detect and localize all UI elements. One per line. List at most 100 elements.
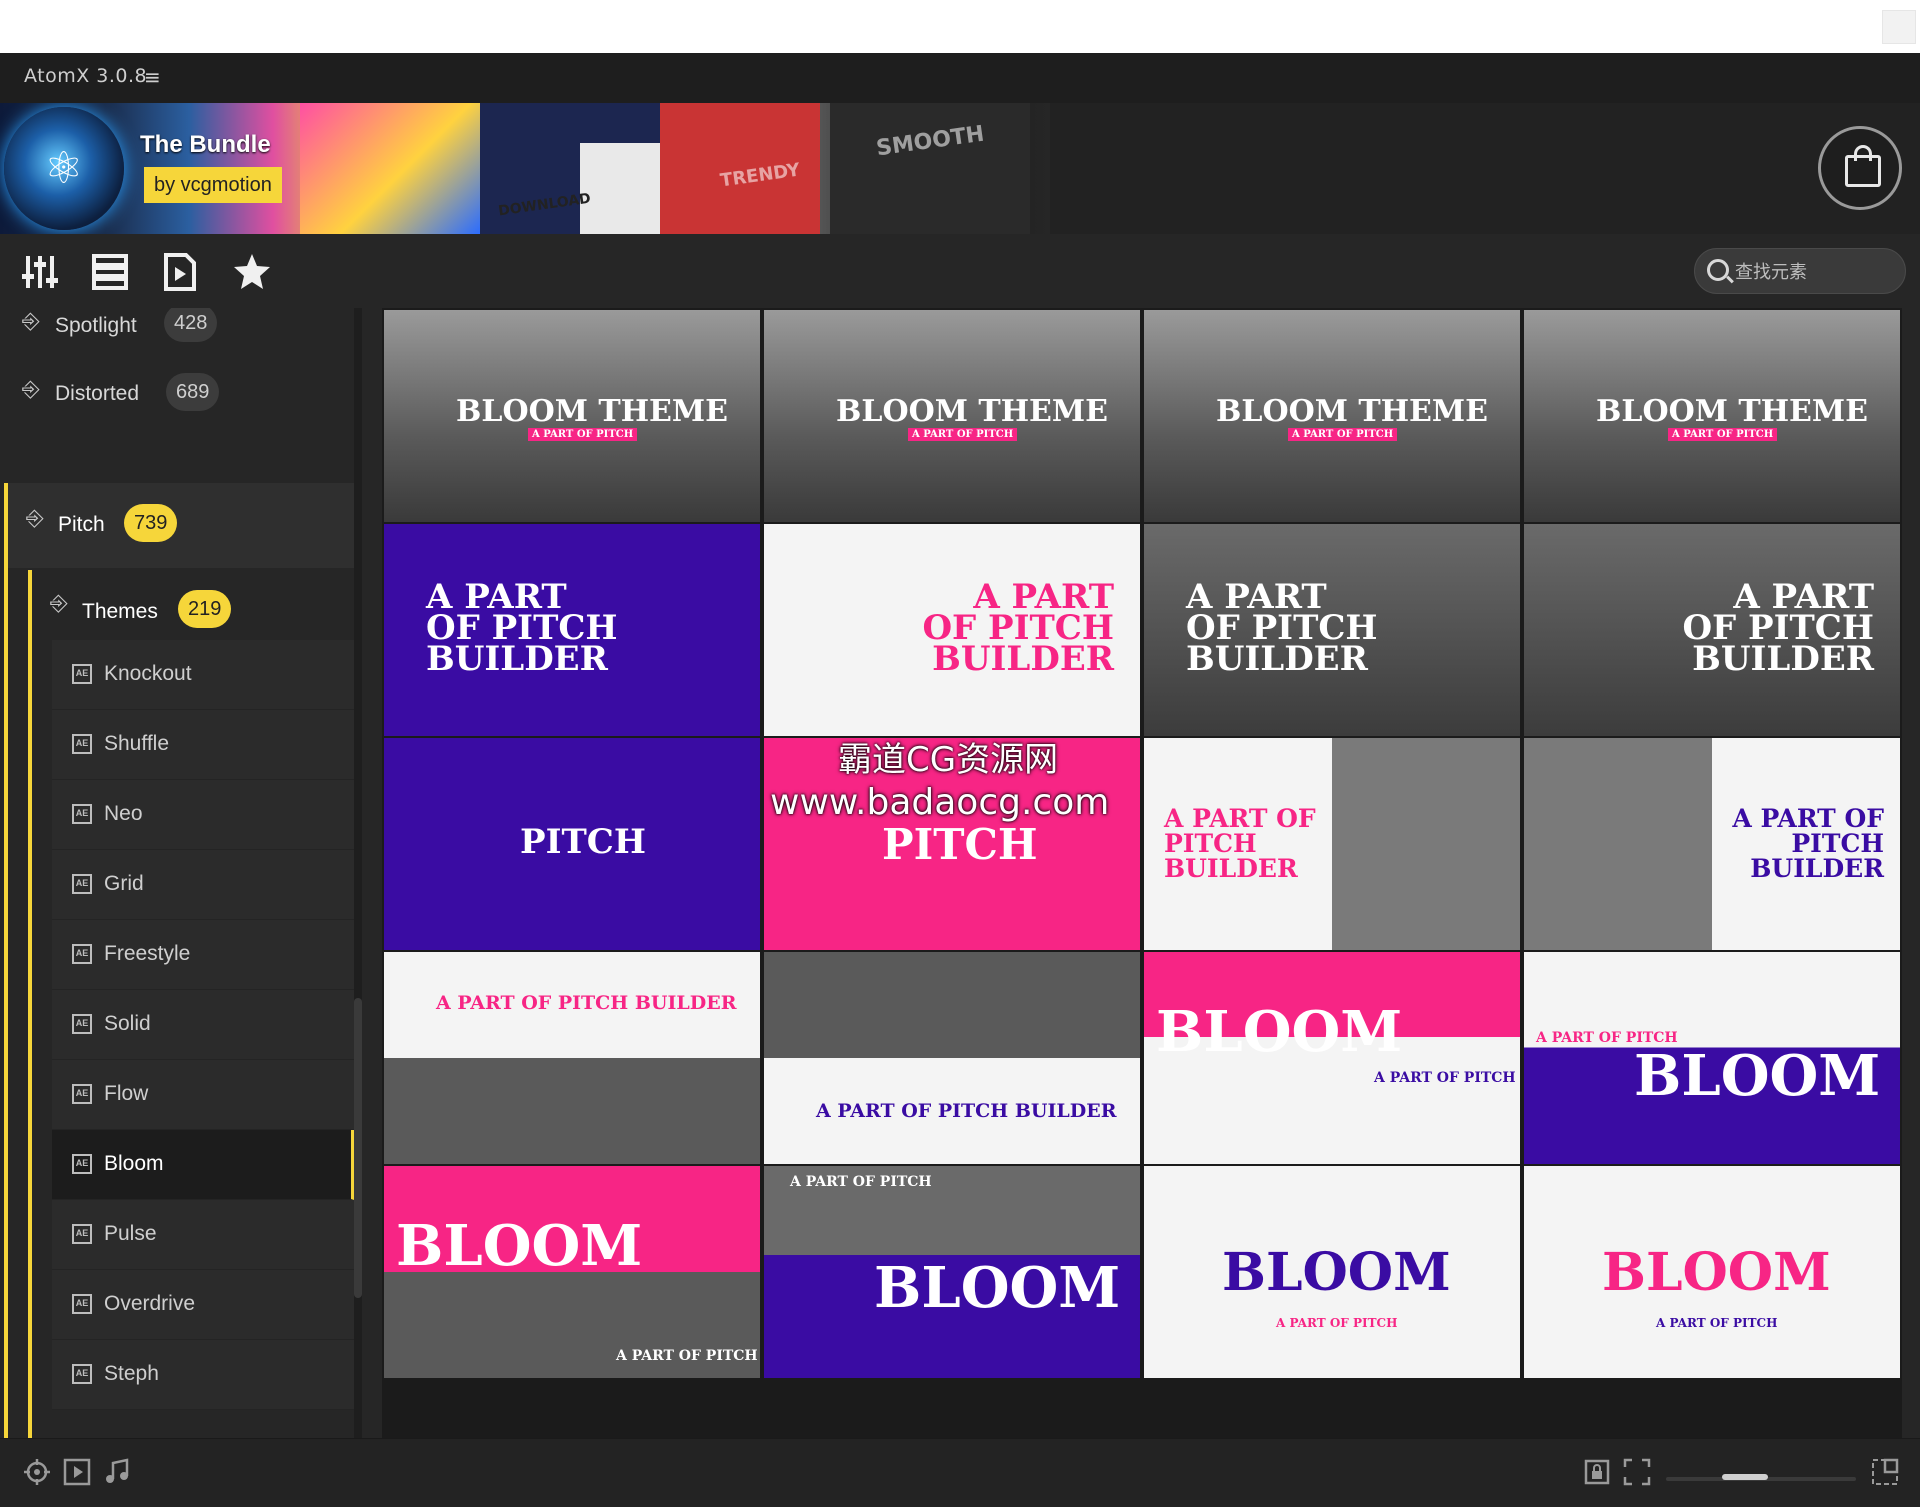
- template-thumbnail[interactable]: BLOOM A PART OF PITCH: [1144, 952, 1520, 1164]
- theme-bloom[interactable]: AE Bloom: [52, 1130, 354, 1200]
- thumb-title: A PART OF PITCH BUILDER: [1682, 577, 1874, 679]
- category-label: Spotlight: [55, 314, 137, 337]
- play-document-icon[interactable]: [160, 252, 200, 292]
- category-distorted[interactable]: ⎆ Distorted 689: [0, 356, 354, 432]
- theme-freestyle[interactable]: AE Freestyle: [52, 920, 354, 990]
- app-title: AtomX 3.0.8: [24, 65, 148, 87]
- template-grid: BLOOM THEME A PART OF PITCH BLOOM THEME …: [382, 308, 1902, 1438]
- thumb-title: BLOOM: [1634, 1043, 1881, 1109]
- expand-icon[interactable]: [1622, 1457, 1652, 1487]
- category-count: 689: [166, 373, 220, 411]
- template-thumbnail[interactable]: A PART OF PITCH BLOOM: [1524, 952, 1900, 1164]
- slider-knob[interactable]: [1722, 1474, 1768, 1480]
- watermark-line1: 霸道CG资源网: [838, 740, 1059, 780]
- template-thumbnail[interactable]: A PART OF PITCH BUILDER: [1524, 524, 1900, 736]
- theme-solid[interactable]: AE Solid: [52, 990, 354, 1060]
- thumb-subtitle: A PART OF PITCH: [1374, 1070, 1516, 1086]
- folder-icon: ⎆: [22, 376, 40, 401]
- theme-shuffle[interactable]: AE Shuffle: [52, 710, 354, 780]
- template-thumbnail[interactable]: A PART OF PITCH BUILDER: [384, 952, 760, 1164]
- category-pitch[interactable]: ⎆ Pitch 739: [0, 483, 354, 568]
- bundle-banner[interactable]: SMOOTH TRENDY DOWNLOAD ⚛ The Bundle by v…: [0, 103, 1920, 234]
- play-box-icon[interactable]: [62, 1457, 92, 1487]
- template-thumbnail[interactable]: BLOOM A PART OF PITCH: [1144, 1166, 1520, 1378]
- template-thumbnail[interactable]: PITCH: [384, 738, 760, 950]
- category-label: Distorted: [55, 382, 140, 405]
- template-thumbnail[interactable]: A PART OF PITCH BUILDER: [384, 524, 760, 736]
- scrollbar-thumb[interactable]: [354, 998, 362, 1298]
- shopping-bag-body: [1845, 155, 1881, 187]
- subcategory-themes[interactable]: ⎆ Themes 219: [0, 570, 354, 648]
- thumb-title: BLOOM: [1156, 999, 1403, 1065]
- template-thumbnail[interactable]: A PART OF PITCH BUILDER: [1144, 524, 1520, 736]
- fullscreen-icon[interactable]: [1870, 1457, 1900, 1487]
- ae-file-icon: AE: [72, 874, 92, 894]
- bundle-title: The Bundle: [140, 131, 271, 158]
- thumb-title: A PART OF PITCH BUILDER: [1732, 804, 1884, 883]
- sidebar-scrollbar[interactable]: [354, 308, 362, 1438]
- toolbar: [0, 234, 1920, 308]
- status-bar: [0, 1438, 1920, 1507]
- atomx-logo: ⚛: [4, 107, 124, 230]
- theme-label: Pulse: [104, 1222, 157, 1245]
- template-thumbnail[interactable]: BLOOM A PART OF PITCH: [1524, 1166, 1900, 1378]
- star-icon[interactable]: [232, 252, 272, 292]
- template-thumbnail[interactable]: BLOOM THEME A PART OF PITCH: [384, 310, 760, 522]
- folder-icon: ⎆: [50, 590, 68, 615]
- art-tile-gradient: [300, 103, 480, 234]
- template-thumbnail[interactable]: A PART OF PITCH BLOOM: [764, 1166, 1140, 1378]
- thumb-title: BLOOM THEME: [836, 394, 1108, 429]
- theme-overdrive[interactable]: AE Overdrive: [52, 1270, 354, 1340]
- theme-neo[interactable]: AE Neo: [52, 780, 354, 850]
- theme-flow[interactable]: AE Flow: [52, 1060, 354, 1130]
- music-note-icon[interactable]: [102, 1457, 132, 1487]
- thumbnail-size-slider[interactable]: [1666, 1474, 1856, 1481]
- theme-label: Neo: [104, 802, 143, 825]
- thumb-title: A PART OF PITCH BUILDER: [426, 577, 618, 679]
- subcategory-label: Themes: [82, 600, 158, 623]
- theme-label: Steph: [104, 1362, 159, 1385]
- thumb-title: BLOOM THEME: [456, 394, 728, 429]
- theme-grid[interactable]: AE Grid: [52, 850, 354, 920]
- theme-label: Grid: [104, 872, 144, 895]
- ae-file-icon: AE: [72, 1294, 92, 1314]
- search-input[interactable]: [1735, 257, 1895, 287]
- template-thumbnail[interactable]: BLOOM THEME A PART OF PITCH: [1144, 310, 1520, 522]
- theme-knockout[interactable]: AE Knockout: [52, 640, 354, 710]
- template-thumbnail[interactable]: BLOOM THEME A PART OF PITCH: [764, 310, 1140, 522]
- theme-steph[interactable]: AE Steph: [52, 1340, 354, 1410]
- theme-label: Knockout: [104, 662, 192, 685]
- template-thumbnail[interactable]: BLOOM THEME A PART OF PITCH: [1524, 310, 1900, 522]
- art-tile-black: [830, 103, 1030, 234]
- thumb-title: A PART OF PITCH BUILDER: [922, 577, 1114, 679]
- shop-button[interactable]: [1818, 126, 1902, 210]
- category-count: 428: [164, 308, 218, 342]
- template-thumbnail[interactable]: A PART OF PITCH BUILDER: [1144, 738, 1520, 950]
- list-icon[interactable]: [90, 252, 130, 292]
- search-box[interactable]: [1694, 248, 1906, 294]
- category-sidebar: ⎆ Spotlight 428 ⎆ Distorted 689 ⎆ Pitch …: [0, 308, 368, 1438]
- sliders-icon[interactable]: [20, 252, 60, 292]
- hamburger-menu-icon[interactable]: ≡: [144, 65, 161, 89]
- ae-file-icon: AE: [72, 1084, 92, 1104]
- atom-icon: ⚛: [44, 143, 84, 194]
- author-badge: by vcgmotion: [144, 167, 282, 203]
- thumb-subtitle: A PART OF PITCH: [1656, 1316, 1778, 1330]
- thumb-title: A PART OF PITCH BUILDER: [436, 992, 737, 1014]
- close-box[interactable]: [1882, 10, 1916, 44]
- template-thumbnail[interactable]: A PART OF PITCH BUILDER: [764, 952, 1140, 1164]
- template-thumbnail[interactable]: BLOOM A PART OF PITCH: [384, 1166, 760, 1378]
- thumb-title: PITCH: [882, 820, 1038, 869]
- theme-pulse[interactable]: AE Pulse: [52, 1200, 354, 1270]
- template-thumbnail[interactable]: A PART OF PITCH BUILDER: [1524, 738, 1900, 950]
- target-icon[interactable]: [22, 1457, 52, 1487]
- category-spotlight[interactable]: ⎆ Spotlight 428: [0, 308, 354, 356]
- thumb-title: BLOOM THEME: [1216, 394, 1488, 429]
- theme-label: Freestyle: [104, 942, 191, 965]
- folder-icon: ⎆: [26, 505, 44, 530]
- template-thumbnail[interactable]: A PART OF PITCH BUILDER: [764, 524, 1140, 736]
- lock-icon[interactable]: [1582, 1457, 1612, 1487]
- watermark-line2: www.badaocg.com: [770, 782, 1110, 823]
- category-label: Pitch: [58, 513, 105, 536]
- folder-icon: ⎆: [22, 308, 40, 333]
